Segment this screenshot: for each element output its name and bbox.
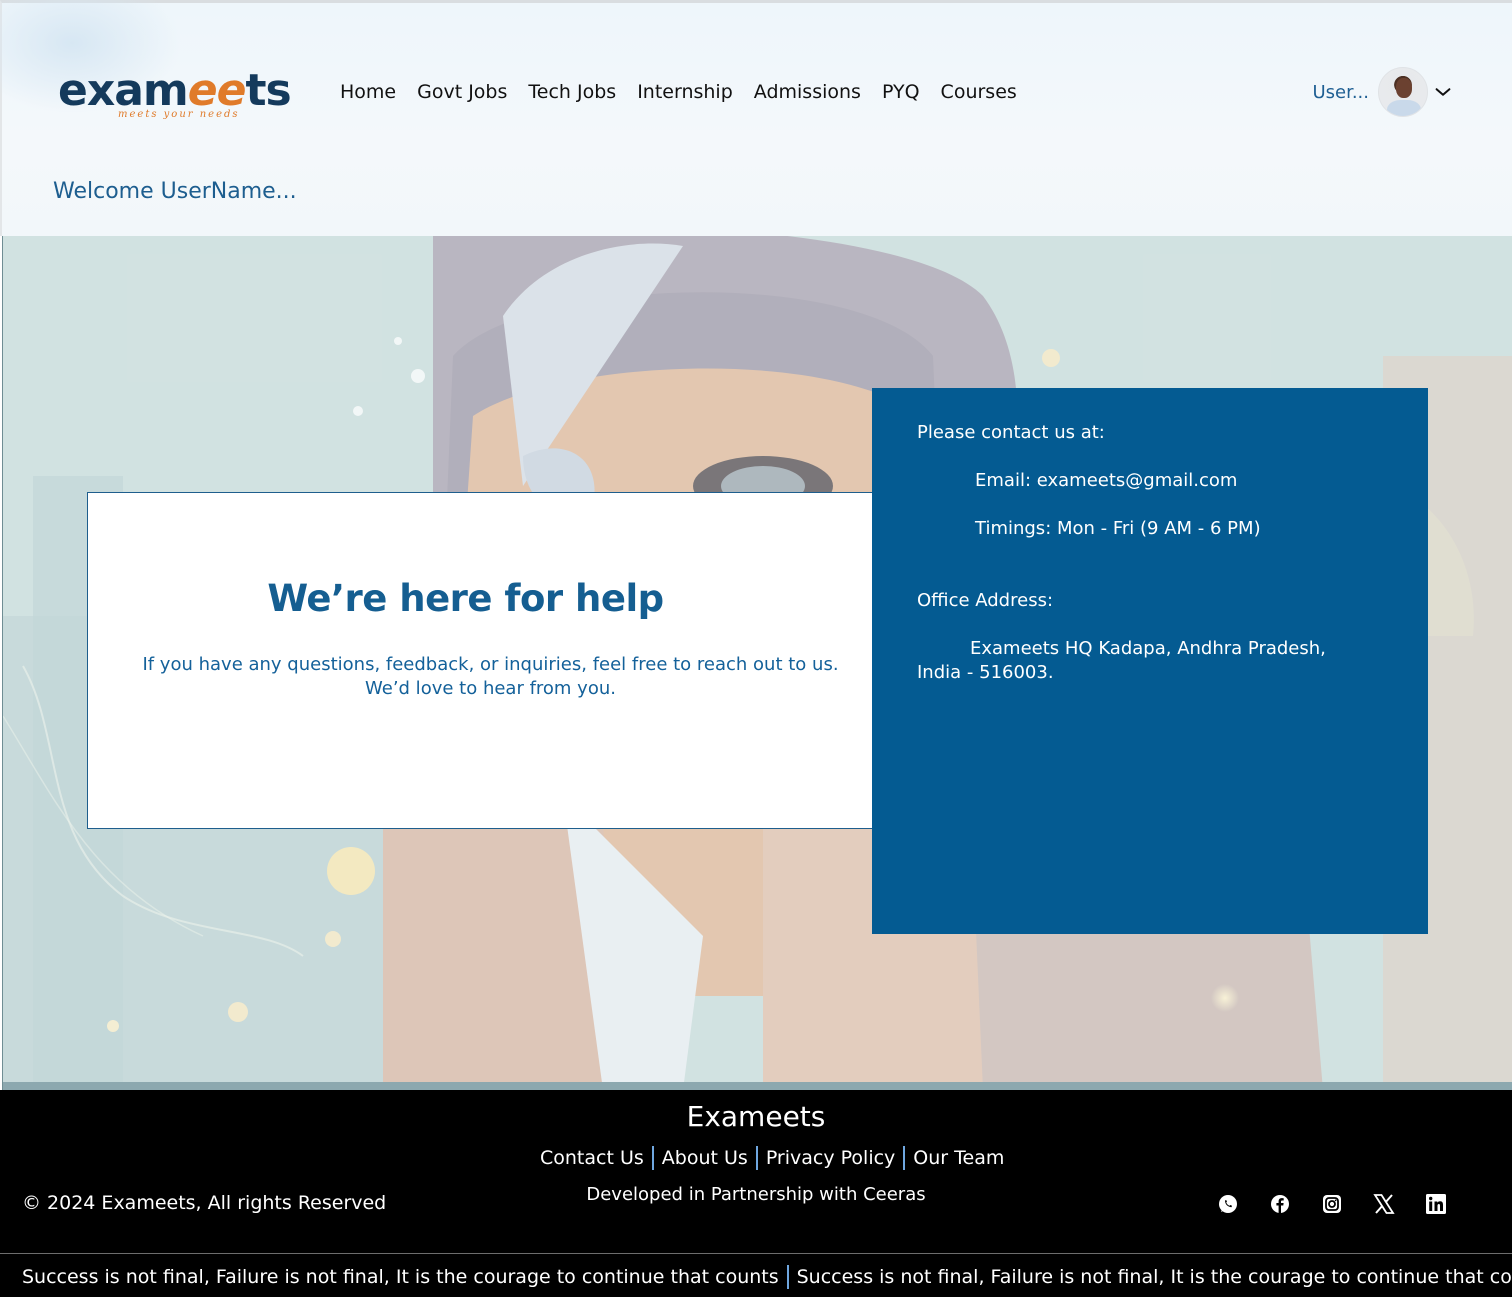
footer-link-privacy-policy[interactable]: Privacy Policy xyxy=(766,1147,895,1169)
office-address-line2: India - 516003. xyxy=(917,662,1054,683)
welcome-message: Welcome UserName... xyxy=(53,179,297,204)
ticker-separator xyxy=(786,1265,789,1289)
instagram-icon[interactable] xyxy=(1320,1192,1344,1216)
site-footer: Exameets Contact Us About Us Privacy Pol… xyxy=(0,1090,1512,1253)
chevron-down-icon[interactable] xyxy=(1432,81,1454,103)
nav-home[interactable]: Home xyxy=(340,79,396,105)
contact-info-card: Please contact us at: Email: exameets@gm… xyxy=(872,388,1428,934)
user-menu[interactable]: User... xyxy=(1312,67,1454,117)
ticker-quote-repeat: Success is not final, Failure is not fin… xyxy=(796,1266,1512,1288)
linkedin-icon[interactable] xyxy=(1424,1192,1448,1216)
nav-internship[interactable]: Internship xyxy=(637,79,733,105)
footer-link-our-team[interactable]: Our Team xyxy=(913,1147,1004,1169)
user-name[interactable]: User... xyxy=(1312,82,1369,103)
link-separator xyxy=(903,1146,906,1170)
help-description: If you have any questions, feedback, or … xyxy=(142,654,839,699)
help-card: We’re here for help If you have any ques… xyxy=(87,492,873,829)
x-icon[interactable] xyxy=(1372,1192,1396,1216)
office-address-heading: Office Address: xyxy=(917,590,1054,611)
footer-brand: Exameets xyxy=(686,1100,826,1133)
help-title: We’re here for help xyxy=(267,577,664,620)
footer-links: Contact Us About Us Privacy Policy Our T… xyxy=(540,1146,1004,1170)
facebook-icon[interactable] xyxy=(1268,1192,1292,1216)
link-separator xyxy=(755,1146,758,1170)
ticker-quote: Success is not final, Failure is not fin… xyxy=(22,1266,779,1288)
link-separator xyxy=(651,1146,654,1170)
footer-link-about-us[interactable]: About Us xyxy=(662,1147,748,1169)
footer-link-contact-us[interactable]: Contact Us xyxy=(540,1147,644,1169)
contact-heading: Please contact us at: xyxy=(917,422,1105,443)
social-links xyxy=(1216,1192,1476,1216)
nav-govt-jobs[interactable]: Govt Jobs xyxy=(417,79,507,105)
contact-email[interactable]: Email: exameets@gmail.com xyxy=(975,470,1237,491)
quote-ticker: Success is not final, Failure is not fin… xyxy=(0,1253,1512,1297)
nav-pyq[interactable]: PYQ xyxy=(882,79,920,105)
nav-admissions[interactable]: Admissions xyxy=(754,79,861,105)
nav-tech-jobs[interactable]: Tech Jobs xyxy=(528,79,616,105)
footer-copyright: © 2024 Exameets, All rights Reserved xyxy=(22,1192,387,1214)
contact-timings: Timings: Mon - Fri (9 AM - 6 PM) xyxy=(975,518,1261,539)
whatsapp-icon[interactable] xyxy=(1216,1192,1240,1216)
nav-courses[interactable]: Courses xyxy=(941,79,1017,105)
user-avatar[interactable] xyxy=(1378,67,1428,117)
office-address-line1: Exameets HQ Kadapa, Andhra Pradesh, xyxy=(970,638,1326,659)
main-nav: Home Govt Jobs Tech Jobs Internship Admi… xyxy=(340,79,1038,105)
exameets-logo[interactable]: exameets meets your needs xyxy=(58,61,292,127)
site-header: exameets meets your needs Home Govt Jobs… xyxy=(0,0,1512,236)
logo-tagline: meets your needs xyxy=(118,109,240,120)
